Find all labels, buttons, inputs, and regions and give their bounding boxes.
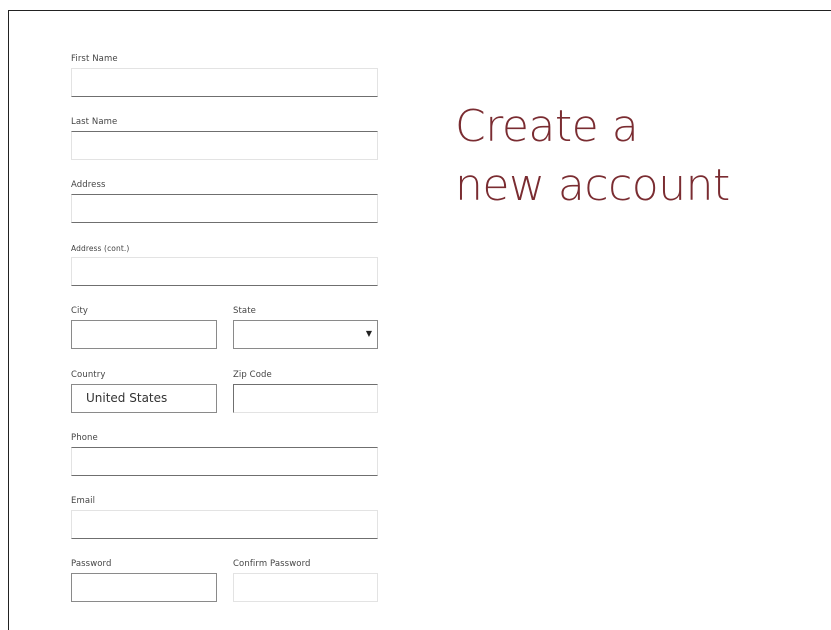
password-label: Password [71, 559, 112, 569]
phone-label: Phone [71, 433, 98, 443]
city-label: City [71, 306, 89, 316]
zip-field[interactable] [233, 384, 378, 413]
password-field[interactable] [71, 573, 217, 602]
zip-label: Zip Code [233, 370, 272, 380]
address-cont-field[interactable] [71, 257, 378, 286]
address-cont-label: Address (cont.) [71, 244, 130, 253]
phone-field[interactable] [71, 447, 378, 476]
last-name-field[interactable] [71, 131, 378, 160]
first-name-label: First Name [71, 54, 118, 64]
address-field[interactable] [71, 194, 378, 223]
email-field[interactable] [71, 510, 378, 539]
page-title-line-1: Create a [455, 101, 639, 152]
state-label: State [233, 306, 256, 316]
page-title: Create a new account [455, 97, 730, 215]
city-field[interactable] [71, 320, 217, 349]
state-select[interactable]: ▼ [233, 320, 378, 349]
confirm-password-label: Confirm Password [233, 559, 311, 569]
country-field[interactable]: United States [71, 384, 217, 413]
last-name-label: Last Name [71, 117, 118, 127]
address-label: Address [71, 180, 106, 190]
chevron-down-icon: ▼ [365, 329, 372, 338]
first-name-field[interactable] [71, 68, 378, 97]
email-label: Email [71, 496, 96, 506]
page-title-line-2: new account [455, 160, 730, 211]
country-label: Country [71, 370, 106, 380]
confirm-password-field[interactable] [233, 573, 378, 602]
